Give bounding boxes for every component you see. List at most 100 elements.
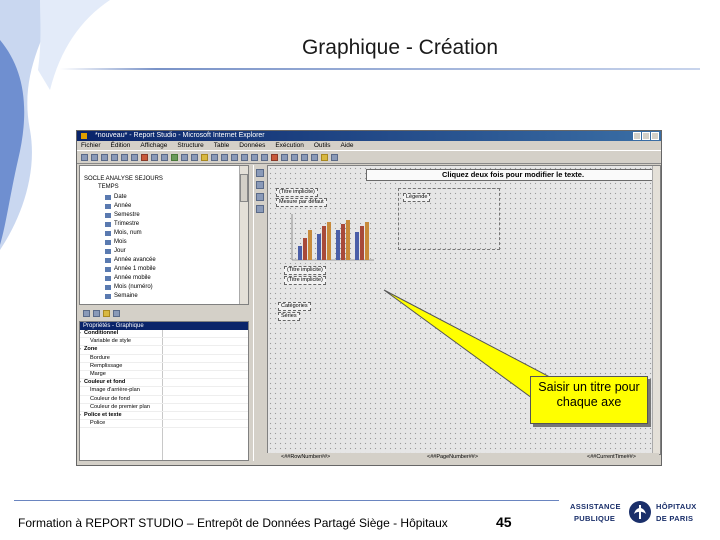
delete-icon[interactable] [141,153,148,161]
chart-object[interactable]: (Titre implicite) Mesure par défaut (Tit… [276,188,384,288]
property-row[interactable]: Police [80,420,248,429]
property-row[interactable]: Marge [80,371,248,380]
tree-scrollbar[interactable] [239,166,248,304]
property-row[interactable]: Couleur de fond [80,396,248,404]
property-row[interactable]: Variable de style [80,338,248,347]
select-ancestor-icon[interactable] [103,309,110,317]
menu-structure[interactable]: Structure [177,141,203,150]
query-explorer-icon[interactable] [256,193,264,201]
menu-donnees[interactable]: Données [239,141,265,150]
footer-text: Formation à REPORT STUDIO – Entrepôt de … [18,516,448,530]
maximize-button[interactable] [642,132,650,140]
format-icon[interactable] [331,153,338,161]
tree-folder[interactable]: TEMPS [98,184,119,190]
axis-title-y[interactable]: (Titre implicite) [284,266,326,275]
app-icon [81,133,87,139]
footer-divider [14,500,559,501]
cut-icon[interactable] [111,153,118,161]
series-box[interactable]: Séries [278,312,300,321]
condition-explorer-icon[interactable] [256,181,264,189]
pivot-icon[interactable] [221,153,228,161]
save-icon[interactable] [101,153,108,161]
filter-icon[interactable] [181,153,188,161]
chart-bar [303,238,307,260]
legend-region[interactable]: Légende [398,188,500,250]
property-group[interactable]: Couleur et fond [80,379,248,388]
window-title: *nouveau* - Report Studio - Microsoft In… [95,132,265,139]
fill-color-icon[interactable] [321,153,328,161]
align-center-icon[interactable] [291,153,298,161]
menu-aide[interactable]: Aide [341,141,354,150]
copy-icon[interactable] [121,153,128,161]
property-list: ConditionnelVariable de styleZoneBordure… [80,330,248,429]
open-icon[interactable] [91,153,98,161]
property-row[interactable]: Image d'arrière-plan [80,387,248,396]
italic-icon[interactable] [251,153,258,161]
font-color-icon[interactable] [271,153,278,161]
chart-bar [365,222,369,260]
tree-item[interactable]: Année avancée [105,257,156,263]
menu-table[interactable]: Table [214,141,230,150]
redo-icon[interactable] [161,153,168,161]
page-number: 45 [496,514,512,530]
lock-icon[interactable] [256,205,264,213]
tree-item[interactable]: Année [104,203,131,209]
chart-bar [298,246,302,260]
axis-title-top[interactable]: (Titre implicite) [276,188,318,197]
undo-icon[interactable] [151,153,158,161]
tree-item[interactable]: Jour [105,248,126,254]
sort-icon[interactable] [191,153,198,161]
bold-icon[interactable] [241,153,248,161]
property-group[interactable]: Conditionnel [80,330,248,339]
paste-icon[interactable] [131,153,138,161]
menu-execution[interactable]: Exécution [275,141,304,150]
chart-bar [327,222,331,260]
vertical-toolbar [253,165,266,461]
legend-label[interactable]: Légende [403,193,431,202]
canvas-scrollbar[interactable] [652,166,660,454]
align-right-icon[interactable] [301,153,308,161]
tree-root[interactable]: SOCLE ANALYSE SEJOURS [84,176,163,182]
value-axis-box[interactable]: Mesure par défaut [276,198,327,207]
minimize-button[interactable] [633,132,641,140]
property-row[interactable]: Couleur de premier plan [80,404,248,412]
chart-icon[interactable] [231,153,238,161]
axis-title-x[interactable]: (Titre implicite) [284,276,326,285]
underline-icon[interactable] [261,153,268,161]
menu-edition[interactable]: Édition [111,141,131,150]
left-pane: SOCLE ANALYSE SEJOURS TEMPS Date Année S… [79,165,249,461]
tree-item[interactable]: Date [105,194,127,200]
align-left-icon[interactable] [281,153,288,161]
tree-item[interactable]: Année mobile [105,275,151,281]
toolbox-icon[interactable] [113,309,120,317]
property-row[interactable]: Bordure [80,355,248,363]
menu-fichier[interactable]: Fichier [81,141,101,150]
menu-outils[interactable]: Outils [314,141,331,150]
tree-item[interactable]: Mois, num [105,230,142,236]
report-title-placeholder[interactable]: Cliquez deux fois pour modifier le texte… [366,169,660,181]
properties-icon[interactable] [93,309,100,317]
tree-item[interactable]: Semestre [105,212,140,218]
new-icon[interactable] [81,153,88,161]
menu-affichage[interactable]: Affichage [140,141,167,150]
tree-item[interactable]: Année 1 mobile [105,266,156,272]
footer-row-number: <##RowNumber##> [281,454,331,460]
insertable-objects-icon[interactable] [83,309,90,317]
categories-box[interactable]: Catégories [278,302,311,311]
property-group[interactable]: Zone [80,346,248,355]
logo-emblem-icon [629,501,651,523]
border-icon[interactable] [311,153,318,161]
summarize-icon[interactable] [201,153,208,161]
property-row[interactable]: Remplissage [80,363,248,371]
close-button[interactable] [651,132,659,140]
group-icon[interactable] [211,153,218,161]
tree-item[interactable]: Mois (numéro) [105,284,153,290]
tree-item[interactable]: Mois [105,239,127,245]
chart-bar [308,230,312,260]
run-icon[interactable] [171,153,178,161]
page-explorer-icon[interactable] [256,169,264,177]
tree-item[interactable]: Semaine [105,293,138,299]
property-group[interactable]: Police et texte [80,412,248,421]
tree-item[interactable]: Trimestre [104,221,139,227]
scroll-thumb[interactable] [240,174,248,202]
